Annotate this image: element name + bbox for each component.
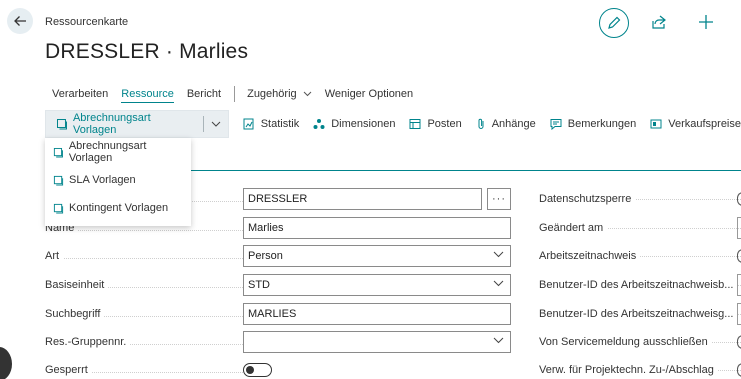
field-label: Basiseinheit [45,279,243,291]
action-menu: Verarbeiten Ressource Bericht Zugehörig … [45,86,426,103]
projektechn-toggle[interactable] [737,363,741,377]
suchbegriff-input[interactable]: MARLIES [243,303,511,325]
abrechnungsart-dropdown: Abrechnungsart Vorlagen SLA Vorlagen Kon… [45,138,191,226]
dropdown-item-label: SLA Vorlagen [69,174,136,186]
basiseinheit-value: STD [248,279,270,291]
geaendert-am-field [737,217,741,239]
datenschutzsperre-toggle[interactable] [737,192,741,206]
help-button[interactable] [0,347,12,379]
statistik-label: Statistik [260,118,300,130]
gesperrt-toggle[interactable] [243,363,272,377]
anhaenge-button[interactable]: Anhänge [476,118,536,130]
verkaufspreise-label: Verkaufspreise [668,118,741,130]
dimensionen-button[interactable]: Dimensionen [313,118,395,130]
field-row-art: Art Person [45,245,511,267]
chart-icon [243,118,254,130]
abrechnungsart-dropdown-toggle[interactable] [204,111,228,137]
field-label: Suchbegriff [45,308,243,320]
servicemeldung-toggle[interactable] [737,335,741,349]
anhaenge-label: Anhänge [491,118,536,130]
field-label: Art [45,250,243,262]
nr-assist-button[interactable]: ··· [487,188,511,210]
dimensionen-label: Dimensionen [331,118,396,130]
plus-icon [699,15,713,29]
benutzer-id-g-field[interactable] [737,303,741,325]
template-icon [53,147,63,157]
chevron-down-icon [493,280,504,287]
menu-weniger-optionen[interactable]: Weniger Optionen [325,88,413,100]
res-gruppennr-select[interactable] [243,331,511,353]
price-list-icon [650,119,662,129]
arrow-left-icon [14,16,26,26]
field-label: Res.-Gruppennr. [45,336,243,348]
field-label-geaendert-am: Geändert am [539,217,741,239]
art-select[interactable]: Person [243,245,511,267]
chevron-down-icon [493,251,504,258]
abrechnungsart-button[interactable]: Abrechnungsart Vorlagen [46,111,203,137]
ledger-icon [409,119,421,129]
dropdown-item-label: Abrechnungsart Vorlagen [68,140,147,164]
dropdown-item-sla-vorlagen[interactable]: SLA Vorlagen [45,166,191,194]
dimensions-icon [313,119,325,129]
chevron-down-icon [493,337,504,344]
menu-bericht[interactable]: Bericht [187,88,221,100]
page-title: DRESSLER · Marlies [45,40,249,63]
field-label-arbeitszeitnachweis: Arbeitszeitnachweis [539,245,741,267]
menu-separator [234,86,236,102]
field-row-res-gruppennr: Res.-Gruppennr. [45,331,511,353]
dropdown-item-kontingent-vorlagen[interactable]: Kontingent Vorlagen [45,194,191,222]
menu-verarbeiten[interactable]: Verarbeiten [52,88,108,100]
field-label: Gesperrt [45,364,243,376]
bemerkungen-label: Bemerkungen [567,118,637,130]
edit-button[interactable] [599,8,629,38]
action-bar: Abrechnungsart Vorlagen Statistik Dimens… [45,110,741,138]
statistik-button[interactable]: Statistik [243,118,300,130]
chevron-down-icon [303,91,312,97]
comment-icon [550,119,562,130]
template-icon [53,203,64,214]
field-row-gesperrt: Gesperrt [45,359,510,379]
page-caption: Ressourcenkarte [45,16,129,28]
posten-button[interactable]: Posten [409,118,462,130]
menu-ressource[interactable]: Ressource [121,88,174,103]
paperclip-icon [478,118,484,129]
field-row-basiseinheit: Basiseinheit STD [45,274,511,296]
benutzer-id-b-field[interactable] [737,274,741,296]
share-icon [652,15,666,29]
arbeitszeitnachweis-toggle[interactable] [737,249,741,263]
field-label-benutzer-id-g: Benutzer-ID des Arbeitszeitnachweisg... [539,303,741,325]
new-button[interactable] [697,13,715,31]
pencil-icon [608,16,621,29]
nr-input[interactable]: DRESSLER [243,188,482,210]
bemerkungen-button[interactable]: Bemerkungen [550,118,637,130]
template-icon [56,119,67,130]
template-icon [53,175,64,186]
name-input[interactable]: Marlies [243,217,511,239]
field-label-projektechn: Verw. für Projektechn. Zu-/Abschlag [539,359,741,379]
abrechnungsart-label: Abrechnungsart Vorlagen [72,112,151,136]
art-value: Person [248,250,283,262]
abrechnungsart-split-button: Abrechnungsart Vorlagen [45,110,229,138]
field-row-suchbegriff: Suchbegriff MARLIES [45,303,511,325]
posten-label: Posten [427,118,462,130]
field-label-servicemeldung: Von Servicemeldung ausschließen [539,331,741,353]
basiseinheit-select[interactable]: STD [243,274,511,296]
menu-zugehoerig[interactable]: Zugehörig [247,88,312,100]
chevron-down-icon [211,121,221,127]
dropdown-item-abrechnungsart-vorlagen[interactable]: Abrechnungsart Vorlagen [45,138,191,166]
field-label-datenschutzsperre: Datenschutzsperre [539,188,741,210]
dropdown-item-label: Kontingent Vorlagen [69,202,169,214]
field-label-benutzer-id-b: Benutzer-ID des Arbeitszeitnachweisb... [539,274,741,296]
back-button[interactable] [7,8,33,34]
verkaufspreise-button[interactable]: Verkaufspreise [650,118,741,130]
share-button[interactable] [650,13,668,31]
